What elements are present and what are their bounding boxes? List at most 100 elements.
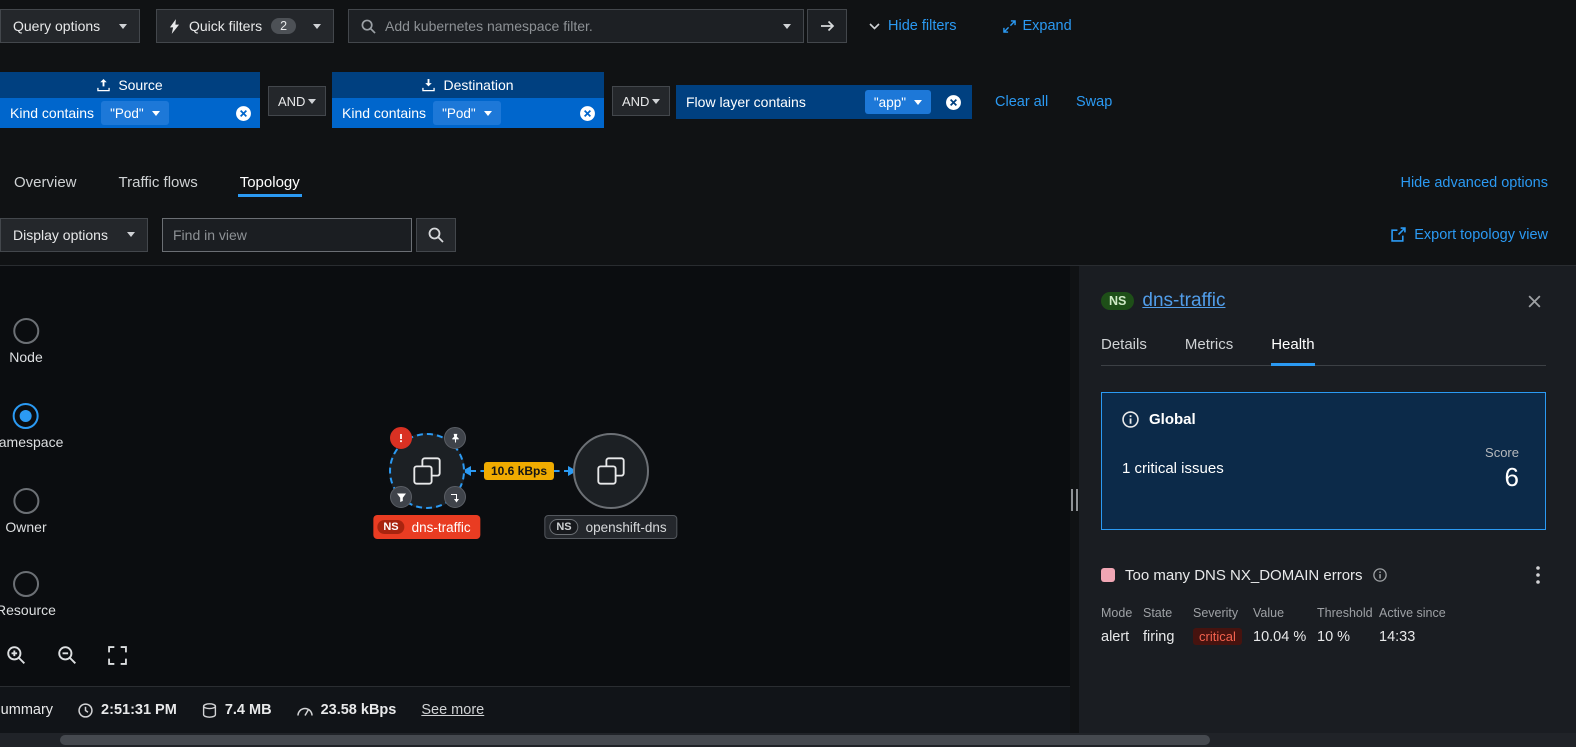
find-in-view-input[interactable] bbox=[162, 217, 412, 252]
fit-screen-icon bbox=[108, 645, 127, 665]
namespace-filter-searchbox[interactable] bbox=[348, 9, 804, 43]
panel-title-link[interactable]: dns-traffic bbox=[1142, 290, 1225, 312]
namespace-filter-input[interactable] bbox=[385, 18, 774, 34]
node-filter-badge[interactable] bbox=[390, 486, 412, 508]
scope-option-owner: Owner bbox=[5, 488, 47, 535]
rate-value: 23.58 kBps bbox=[320, 702, 397, 718]
display-options-label: Display options bbox=[13, 226, 108, 243]
upload-icon bbox=[97, 78, 111, 92]
score-label: Score bbox=[1485, 445, 1519, 460]
value-cell: 10.04 % bbox=[1253, 628, 1307, 645]
source-filter-row: Kind contains "Pod" bbox=[0, 98, 260, 128]
mode-cell: alert bbox=[1101, 628, 1130, 645]
scope-radio-owner[interactable] bbox=[12, 488, 39, 514]
alert-color-swatch bbox=[1101, 568, 1115, 582]
tab-metrics[interactable]: Metrics bbox=[1185, 336, 1233, 365]
info-icon bbox=[1372, 568, 1387, 582]
destination-value-chip[interactable]: "Pod" bbox=[433, 101, 501, 125]
see-more-link[interactable]: See more bbox=[421, 702, 484, 718]
source-field-label: Kind contains bbox=[10, 105, 95, 121]
kebab-icon bbox=[1536, 566, 1540, 584]
display-options-dropdown[interactable]: Display options bbox=[0, 217, 148, 252]
tab-details[interactable]: Details bbox=[1101, 336, 1147, 365]
horizontal-scrollbar[interactable] bbox=[0, 733, 1576, 747]
scope-radio-resource[interactable] bbox=[12, 571, 39, 597]
col-header: Value bbox=[1253, 606, 1285, 620]
zoom-in-button[interactable] bbox=[6, 645, 26, 665]
score-block: Score 6 bbox=[1485, 445, 1519, 493]
topology-canvas[interactable]: Node Namespace Owner Resource bbox=[0, 266, 1070, 733]
alert-title: Too many DNS NX_DOMAIN errors bbox=[1125, 566, 1363, 584]
scope-label: Resource bbox=[0, 602, 56, 618]
main-area: Node Namespace Owner Resource bbox=[0, 265, 1576, 733]
remove-flow-layer-filter-button[interactable] bbox=[945, 94, 962, 111]
node-label-openshift-dns[interactable]: NS openshift-dns bbox=[544, 515, 678, 539]
clock-icon bbox=[78, 702, 93, 718]
caret-down-icon bbox=[308, 98, 316, 104]
flow-layer-value: "app" bbox=[873, 94, 906, 110]
panel-close-button[interactable] bbox=[1527, 294, 1542, 309]
tab-traffic-flows[interactable]: Traffic flows bbox=[117, 174, 200, 204]
caret-down-icon bbox=[483, 110, 492, 116]
top-toolbar: Query options Quick filters 2 Hide fil bbox=[0, 0, 1576, 52]
level-down-icon bbox=[450, 493, 459, 502]
node-label-dns-traffic[interactable]: NS dns-traffic bbox=[373, 515, 481, 539]
namespace-badge: NS bbox=[377, 520, 405, 534]
info-icon bbox=[1122, 411, 1139, 428]
panel-resize-divider[interactable] bbox=[1070, 266, 1079, 733]
node-alert-badge[interactable] bbox=[390, 427, 412, 449]
expand-link[interactable]: Expand bbox=[1002, 18, 1072, 34]
alert-table-header: Mode State Severity Value Threshold Acti… bbox=[1101, 606, 1546, 620]
zoom-out-button[interactable] bbox=[57, 645, 77, 665]
search-icon bbox=[428, 227, 444, 243]
namespace-glyph-icon bbox=[413, 457, 441, 485]
tab-topology[interactable]: Topology bbox=[237, 174, 302, 204]
source-value-chip[interactable]: "Pod" bbox=[101, 101, 169, 125]
active-filters-bar: Source Kind contains "Pod" AND Destinati… bbox=[0, 52, 1576, 148]
element-side-panel: NS dns-traffic Details Metrics Health Gl… bbox=[1079, 266, 1576, 733]
node-pin-badge[interactable] bbox=[444, 427, 466, 449]
tab-health[interactable]: Health bbox=[1271, 336, 1315, 366]
hide-advanced-options-link[interactable]: Hide advanced options bbox=[1400, 175, 1548, 204]
and-operator-label: AND bbox=[622, 93, 650, 109]
quick-filters-label: Quick filters bbox=[189, 18, 263, 34]
scope-radio-node[interactable] bbox=[13, 318, 39, 344]
and-operator-dropdown[interactable]: AND bbox=[268, 86, 326, 116]
find-search-button[interactable] bbox=[416, 217, 456, 252]
bolt-icon bbox=[169, 18, 180, 34]
edge-traffic-label[interactable]: 10.6 kBps bbox=[483, 462, 555, 480]
state-cell: firing bbox=[1143, 628, 1175, 645]
close-icon bbox=[1528, 294, 1541, 308]
bytes-icon bbox=[202, 702, 216, 718]
topology-node-openshift-dns[interactable] bbox=[573, 433, 649, 509]
remove-source-filter-button[interactable] bbox=[235, 105, 252, 122]
destination-value: "Pod" bbox=[442, 105, 476, 121]
destination-field-label: Kind contains bbox=[342, 105, 427, 121]
caret-down-icon bbox=[783, 23, 791, 29]
node-collapse-badge[interactable] bbox=[444, 486, 466, 508]
export-topology-link[interactable]: Export topology view bbox=[1391, 227, 1548, 243]
caret-down-icon bbox=[313, 23, 321, 29]
flow-layer-value-chip[interactable]: "app" bbox=[864, 90, 931, 114]
source-filter-header: Source bbox=[0, 72, 260, 98]
col-header: Active since bbox=[1379, 606, 1446, 620]
alert-kebab-button[interactable] bbox=[1532, 564, 1544, 586]
remove-destination-filter-button[interactable] bbox=[579, 105, 596, 122]
hide-filters-link[interactable]: Hide filters bbox=[869, 18, 957, 34]
quick-filters-dropdown[interactable]: Quick filters 2 bbox=[156, 9, 334, 43]
apply-filter-button[interactable] bbox=[807, 9, 847, 43]
tab-overview[interactable]: Overview bbox=[12, 174, 79, 204]
and-operator-dropdown[interactable]: AND bbox=[612, 86, 670, 116]
query-options-dropdown[interactable]: Query options bbox=[0, 9, 140, 43]
swap-filters-link[interactable]: Swap bbox=[1076, 94, 1112, 110]
clear-all-filters-link[interactable]: Clear all bbox=[995, 94, 1048, 110]
scrollbar-thumb[interactable] bbox=[60, 735, 1210, 745]
scope-radio-namespace[interactable] bbox=[12, 403, 39, 429]
drag-handle[interactable] bbox=[1071, 488, 1078, 511]
panel-header: NS dns-traffic bbox=[1101, 290, 1546, 312]
fit-view-button[interactable] bbox=[108, 645, 127, 665]
source-value: "Pod" bbox=[110, 105, 144, 121]
score-value: 6 bbox=[1504, 462, 1519, 492]
download-icon bbox=[422, 78, 436, 92]
caret-down-icon bbox=[119, 23, 127, 29]
